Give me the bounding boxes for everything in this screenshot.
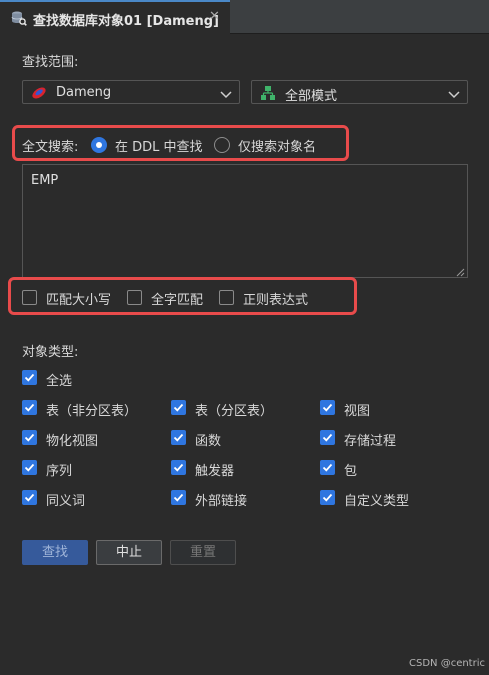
object-type-label[interactable]: 外部链接 — [195, 490, 247, 509]
regex-checkbox[interactable] — [219, 290, 234, 305]
regex-label[interactable]: 正则表达式 — [243, 289, 308, 308]
select-all-checkbox[interactable] — [22, 370, 37, 385]
object-type-checkbox[interactable] — [171, 430, 186, 445]
object-type-checkbox[interactable] — [320, 490, 335, 505]
object-type-checkbox[interactable] — [22, 430, 37, 445]
object-type-checkbox[interactable] — [22, 460, 37, 475]
object-type-checkbox[interactable] — [320, 460, 335, 475]
schema-select[interactable]: 全部模式 — [251, 80, 468, 104]
object-type-label[interactable]: 表（分区表） — [195, 400, 273, 419]
object-type-label[interactable]: 序列 — [46, 460, 72, 479]
dameng-icon — [31, 85, 47, 101]
editor-tab-bar: 查找数据库对象01 [Dameng] ✕ — [0, 0, 489, 34]
tab-title: 查找数据库对象01 [Dameng] — [33, 14, 219, 29]
radio-search-ddl-label[interactable]: 在 DDL 中查找 — [115, 136, 203, 155]
whole-word-label[interactable]: 全字匹配 — [151, 289, 203, 308]
fulltext-label: 全文搜索: — [22, 140, 79, 155]
select-all-label[interactable]: 全选 — [46, 370, 72, 389]
search-query-value: EMP — [31, 173, 59, 188]
tab-find-db-objects[interactable]: 查找数据库对象01 [Dameng] ✕ — [0, 0, 230, 34]
resize-grip-icon[interactable] — [456, 266, 465, 277]
object-types-label: 对象类型: — [22, 345, 79, 360]
datasource-select[interactable]: Dameng — [22, 80, 240, 104]
whole-word-checkbox[interactable] — [127, 290, 142, 305]
object-type-label[interactable]: 包 — [344, 460, 357, 479]
object-type-checkbox[interactable] — [171, 490, 186, 505]
match-case-checkbox[interactable] — [22, 290, 37, 305]
object-type-label[interactable]: 物化视图 — [46, 430, 98, 449]
radio-search-name-only[interactable] — [214, 137, 230, 153]
object-type-checkbox[interactable] — [171, 400, 186, 415]
object-type-label[interactable]: 函数 — [195, 430, 221, 449]
schema-icon — [260, 85, 276, 101]
reset-button[interactable]: 重置 — [170, 540, 236, 565]
schema-value: 全部模式 — [285, 89, 338, 104]
object-type-checkbox[interactable] — [22, 400, 37, 415]
object-type-checkbox[interactable] — [320, 400, 335, 415]
object-type-checkbox[interactable] — [22, 490, 37, 505]
scope-label: 查找范围: — [22, 55, 79, 70]
object-type-label[interactable]: 视图 — [344, 400, 370, 419]
object-type-checkbox[interactable] — [320, 430, 335, 445]
database-search-icon — [11, 10, 27, 26]
object-type-label[interactable]: 存储过程 — [344, 430, 396, 449]
chevron-down-icon — [220, 88, 232, 99]
datasource-value: Dameng — [56, 85, 112, 100]
object-type-label[interactable]: 触发器 — [195, 460, 234, 479]
footer-watermark: CSDN @centric — [409, 658, 485, 669]
radio-search-ddl[interactable] — [91, 137, 107, 153]
object-type-label[interactable]: 自定义类型 — [344, 490, 409, 509]
match-case-label[interactable]: 匹配大小写 — [46, 289, 111, 308]
object-type-label[interactable]: 同义词 — [46, 490, 85, 509]
search-textarea[interactable]: EMP — [22, 164, 468, 278]
search-button[interactable]: 查找 — [22, 540, 88, 565]
object-type-checkbox[interactable] — [171, 460, 186, 475]
chevron-down-icon — [448, 88, 460, 99]
stop-button[interactable]: 中止 — [96, 540, 162, 565]
object-type-label[interactable]: 表（非分区表） — [46, 400, 137, 419]
radio-search-name-only-label[interactable]: 仅搜索对象名 — [238, 136, 316, 155]
close-icon[interactable]: ✕ — [209, 9, 220, 24]
